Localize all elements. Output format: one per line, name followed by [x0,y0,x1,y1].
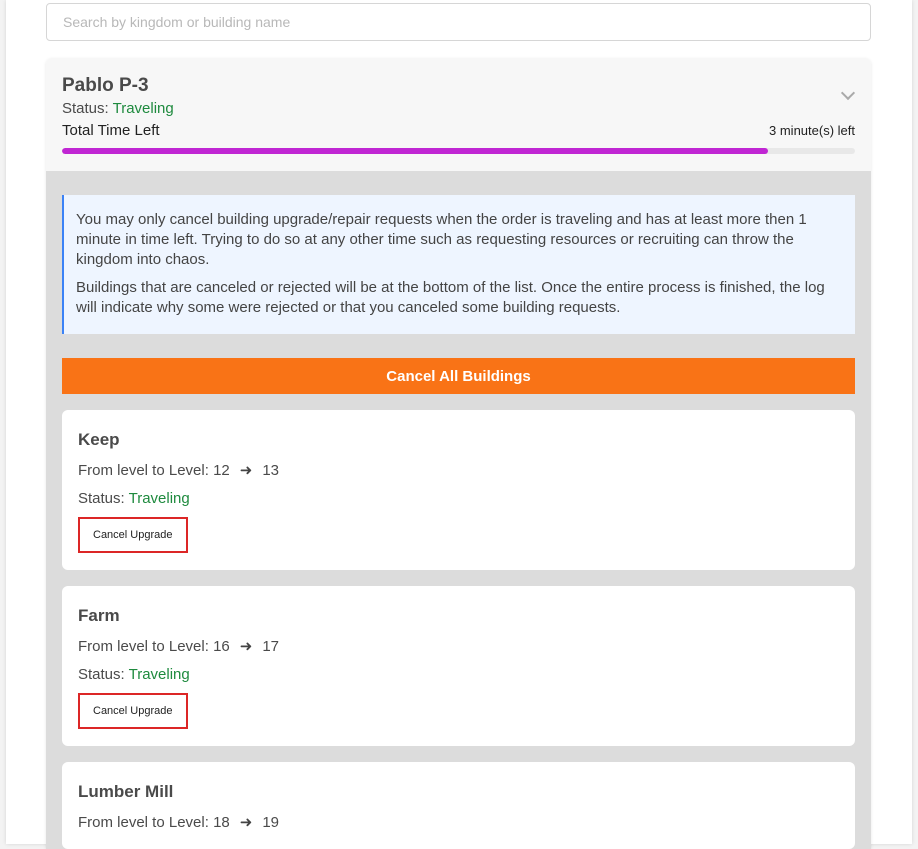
info-text-1: You may only cancel building upgrade/rep… [76,211,807,268]
building-card: Keep From level to Level: 12 ➜ 13 Status: T… [62,410,855,570]
level-from: 16 [213,638,230,655]
level-from: 12 [213,462,230,479]
cancel-all-buildings-button[interactable]: Cancel All Buildings [62,358,855,394]
time-left: 3 minute(s) left [769,123,855,138]
status-label: Status: [62,100,109,117]
status-label: Status: [78,666,125,683]
arrow-right-icon: ➜ [239,638,253,655]
building-card: Farm From level to Level: 16 ➜ 17 Status: T… [62,586,855,746]
level-label: From level to Level: [78,462,209,479]
level-to: 19 [262,814,280,831]
progress-bar [62,148,855,154]
status-value: Traveling [112,100,174,117]
order-card: Pablo P-3 Status: Traveling Total Time L… [46,58,871,849]
level-from: 18 [213,814,230,831]
info-alert: You may only cancel building upgrade/rep… [62,195,855,334]
search-input[interactable] [46,3,871,41]
order-status: Status: Traveling [62,99,855,118]
page-panel: Pablo P-3 Status: Traveling Total Time L… [6,0,912,849]
building-name: Lumber Mill [78,782,174,801]
status-label: Status: [78,490,125,507]
arrow-right-icon: ➜ [239,814,253,831]
level-label: From level to Level: [78,814,209,831]
order-header[interactable]: Pablo P-3 Status: Traveling Total Time L… [46,58,871,171]
building-levels: From level to Level: 16 ➜ 17 [78,637,839,657]
building-card: Lumber Mill From level to Level: 18 ➜ 19 [62,762,855,849]
progress-fill [62,148,768,154]
cancel-upgrade-button[interactable]: Cancel Upgrade [78,517,188,553]
arrow-right-icon: ➜ [239,462,253,479]
level-to: 17 [262,638,280,655]
status-value: Traveling [128,666,190,683]
level-to: 13 [262,462,280,479]
building-levels: From level to Level: 18 ➜ 19 [78,813,839,833]
cancel-upgrade-button[interactable]: Cancel Upgrade [78,693,188,729]
info-text-2: Buildings that are canceled or rejected … [76,279,825,316]
time-label: Total Time Left [62,122,160,139]
building-name: Keep [78,430,120,449]
building-name: Farm [78,606,120,625]
building-status: Status: Traveling [78,489,839,509]
status-value: Traveling [128,490,190,507]
order-title: Pablo P-3 [62,75,149,96]
building-status: Status: Traveling [78,665,839,685]
building-levels: From level to Level: 12 ➜ 13 [78,461,839,481]
level-label: From level to Level: [78,638,209,655]
order-body: You may only cancel building upgrade/rep… [46,171,871,849]
